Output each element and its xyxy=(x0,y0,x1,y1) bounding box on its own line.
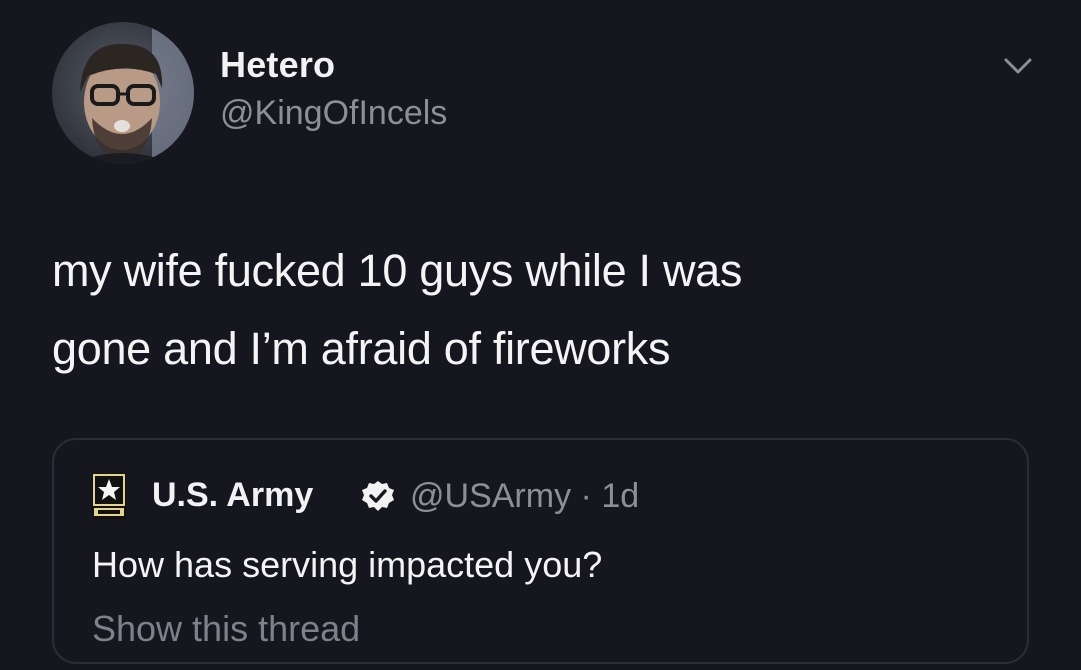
quoted-timestamp[interactable]: 1d xyxy=(601,477,639,515)
tweet-text-line: my wife fucked 10 guys while I was xyxy=(52,245,743,296)
show-thread-link[interactable]: Show this thread xyxy=(92,608,360,650)
tweet-text-line: gone and I’m afraid of fireworks xyxy=(52,323,671,374)
author-handle[interactable]: @KingOfIncels xyxy=(220,94,447,133)
author-display-name[interactable]: Hetero xyxy=(220,44,335,86)
author-avatar[interactable] xyxy=(52,22,194,164)
verified-badge-icon xyxy=(362,481,394,511)
quoted-meta: @USArmy · 1d xyxy=(410,477,639,516)
tweet-card: Hetero @KingOfIncels my wife fucked 10 g… xyxy=(0,0,1081,670)
quoted-tweet-text: How has serving impacted you? xyxy=(92,544,603,585)
meta-separator: · xyxy=(580,477,592,515)
chevron-down-icon[interactable] xyxy=(1002,54,1034,78)
quoted-handle[interactable]: @USArmy xyxy=(410,477,571,515)
tweet-text: my wife fucked 10 guys while I was gone … xyxy=(52,232,1032,388)
quoted-tweet[interactable]: U.S. Army @USArmy · 1d How has serving i… xyxy=(52,438,1029,664)
quoted-display-name[interactable]: U.S. Army xyxy=(152,476,313,515)
avatar-image xyxy=(52,22,194,164)
us-army-star-logo-icon xyxy=(92,473,126,519)
